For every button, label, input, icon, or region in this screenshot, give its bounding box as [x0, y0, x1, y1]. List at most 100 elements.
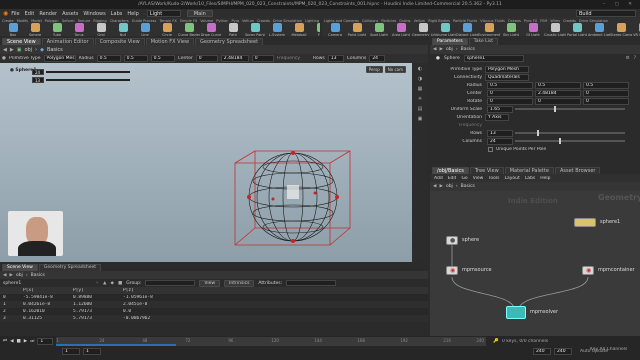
key-icon[interactable]: 🔑	[493, 339, 499, 344]
shelf-tab-left-16[interactable]: Drive Simulation	[273, 19, 302, 23]
param-node-name[interactable]: sphere1	[463, 55, 524, 62]
shelf-tab-left-9[interactable]: Terrain FX	[159, 19, 176, 23]
shelf-tab-left-14[interactable]: Vellum	[242, 19, 254, 23]
hud-rows-slider[interactable]	[46, 71, 130, 73]
shelf-tab-right-9[interactable]: Pyro FX	[524, 19, 537, 23]
shelf-tab-right-2[interactable]: Particles	[381, 19, 396, 23]
detail-icon[interactable]: ■	[118, 281, 122, 286]
param-primitive-select[interactable]: Polygon Mesh	[485, 65, 529, 73]
param-rotate-x[interactable]: 0	[487, 97, 533, 105]
param-back-arrow-icon[interactable]: ◀	[433, 47, 436, 52]
timeline-track[interactable]: 1 24 48 72 96 120 144 168 192 216 240	[56, 336, 487, 346]
shelf-tool-left-1[interactable]: Sphere	[24, 23, 46, 36]
shelf-tab-right-13[interactable]: Drive Simulation	[579, 19, 608, 23]
shelf-tool-right-12[interactable]: Ambient Light	[588, 23, 610, 36]
param-center-x[interactable]: 0	[487, 89, 533, 97]
net-forward-arrow-icon[interactable]: ▶	[439, 184, 442, 189]
shelf-tool-right-9[interactable]: GI Light	[522, 23, 544, 36]
menu-edit[interactable]: Edit	[25, 11, 35, 17]
vp-primitive-select[interactable]: Polygon Mesh	[43, 55, 76, 62]
auto-update[interactable]: Auto Update	[580, 349, 608, 354]
range-start2-field[interactable]: 1	[83, 347, 101, 355]
shelf-tab-left-0[interactable]: Create	[2, 19, 14, 23]
display-options-icon[interactable]: ◐	[418, 66, 422, 72]
shelf-tool-left-13[interactable]: Metaball	[288, 23, 310, 36]
build-select[interactable]: Build	[576, 10, 636, 17]
back-arrow-icon[interactable]: ◀	[3, 47, 7, 53]
shelf-tab-right-3[interactable]: Grains	[399, 19, 410, 23]
main-desktop-button[interactable]: Main	[186, 10, 213, 17]
vp-center-y[interactable]: 2.48184	[220, 55, 249, 62]
shelf-tab-left-13[interactable]: Pyro	[231, 19, 239, 23]
shelf-tab-left-6[interactable]: Rigging	[93, 19, 106, 23]
points-icon[interactable]: ⁘	[95, 281, 99, 286]
param-rotate-z[interactable]: 0	[583, 97, 629, 105]
camera-icon[interactable]: ▣	[418, 116, 423, 122]
shelf-tool-left-7[interactable]: Circle	[156, 23, 178, 36]
menu-render[interactable]: Render	[39, 11, 57, 17]
network-menu-0[interactable]: Add	[434, 176, 443, 181]
shelf-tab-right-10[interactable]: FEM	[540, 19, 547, 23]
shelf-tool-left-8[interactable]: Curve Bezier	[178, 23, 200, 36]
shelf-tab-right-1[interactable]: Collisions	[362, 19, 378, 23]
param-rotate-y[interactable]: 0	[535, 97, 581, 105]
param-path-node[interactable]: Basics	[461, 47, 475, 52]
forward-arrow-icon[interactable]: ▶	[10, 47, 14, 53]
param-unique-checkbox[interactable]	[488, 146, 493, 152]
range-end-field[interactable]: 240	[533, 347, 551, 355]
shelf-tool-left-6[interactable]: Line	[134, 23, 156, 36]
param-center-z[interactable]: 0	[583, 89, 629, 97]
shelf-tab-right-6[interactable]: Particle Fluids	[453, 19, 477, 23]
viewport-tab-1[interactable]: Animation Editor	[41, 38, 94, 45]
param-connectivity-select[interactable]: Quadrilaterals	[485, 73, 529, 81]
ss-view-button[interactable]: View	[199, 279, 221, 287]
shelf-tab-right-5[interactable]: Rigid Bodies	[428, 19, 450, 23]
shelf-tab-right-8[interactable]: Oceans	[508, 19, 521, 23]
ss-group-field[interactable]	[145, 280, 196, 286]
primitives-icon[interactable]: ◆	[110, 281, 113, 286]
spreadsheet-tab-1[interactable]: Geometry Spreadsheet	[38, 264, 102, 271]
net-back-arrow-icon[interactable]: ◀	[433, 184, 436, 189]
menu-windows[interactable]: Windows	[83, 11, 105, 17]
shelf-tool-right-13[interactable]: Stereo Camera	[610, 23, 632, 36]
shelf-tab-right-7[interactable]: Viscous Fluids	[480, 19, 505, 23]
shelf-tool-right-6[interactable]: Distant Light	[456, 23, 478, 36]
network-tab-1[interactable]: Tree View	[469, 167, 504, 174]
shelf-tool-left-10[interactable]: Path	[222, 23, 244, 36]
shelf-tab-left-5[interactable]: Texture	[78, 19, 91, 23]
ss-col-header[interactable]: P[z]	[123, 288, 173, 293]
play-icon[interactable]: ▶	[24, 339, 27, 344]
shelf-tab-left-10[interactable]: Simple FX	[180, 19, 197, 23]
menu-assets[interactable]: Assets	[62, 11, 78, 17]
ss-path-node[interactable]: Basics	[31, 273, 45, 278]
vp-cols-field[interactable]: 24	[369, 55, 386, 62]
shelf-tab-left-15[interactable]: Crowds	[257, 19, 270, 23]
vp-rows-field[interactable]: 13	[327, 55, 344, 62]
shelf-tab-left-7[interactable]: Characters	[110, 19, 129, 23]
help-icon[interactable]: ?	[634, 56, 636, 61]
param-radius-x[interactable]: 0.5	[487, 81, 533, 89]
network-menu-1[interactable]: Edit	[448, 176, 457, 181]
shelf-tab-left-3[interactable]: Polygon	[45, 19, 59, 23]
range-start-field[interactable]: 1	[62, 347, 80, 355]
spreadsheet-table[interactable]: P[x] P[y] P[z] 0 -5.59841e-8 0.89880 -1.05961e…	[0, 287, 428, 322]
path-obj[interactable]: obj	[24, 47, 32, 53]
shelf-tool-right-0[interactable]: Camera	[324, 23, 346, 36]
shelf-tool-right-14[interactable]: VR Camera	[632, 23, 640, 36]
gear-icon[interactable]: ⚙	[626, 56, 630, 61]
menu-file[interactable]: File	[11, 11, 19, 17]
shelf-tab-right-11[interactable]: Wires	[550, 19, 560, 23]
shelf-tool-left-5[interactable]: Null	[112, 23, 134, 36]
param-rows-field[interactable]: 13	[487, 129, 513, 137]
shelf-tab-left-11[interactable]: Volume	[200, 19, 213, 23]
viewport-3d[interactable]: ● Sphere1 24 13 Persp No cam	[0, 63, 412, 262]
shelf-tab-right-4[interactable]: Vellum	[414, 19, 426, 23]
network-menu-3[interactable]: View	[473, 176, 484, 181]
param-tab-0[interactable]: Parameters	[432, 38, 468, 45]
shelf-tool-right-3[interactable]: Area Light	[390, 23, 412, 36]
path-node[interactable]: Basics	[47, 47, 63, 53]
network-menu-6[interactable]: Labs	[525, 176, 535, 181]
camera-menu[interactable]: No cam	[384, 66, 406, 73]
param-radius-z[interactable]: 0.5	[583, 81, 629, 89]
shelf-tab-right-12[interactable]: Crowds	[563, 19, 576, 23]
